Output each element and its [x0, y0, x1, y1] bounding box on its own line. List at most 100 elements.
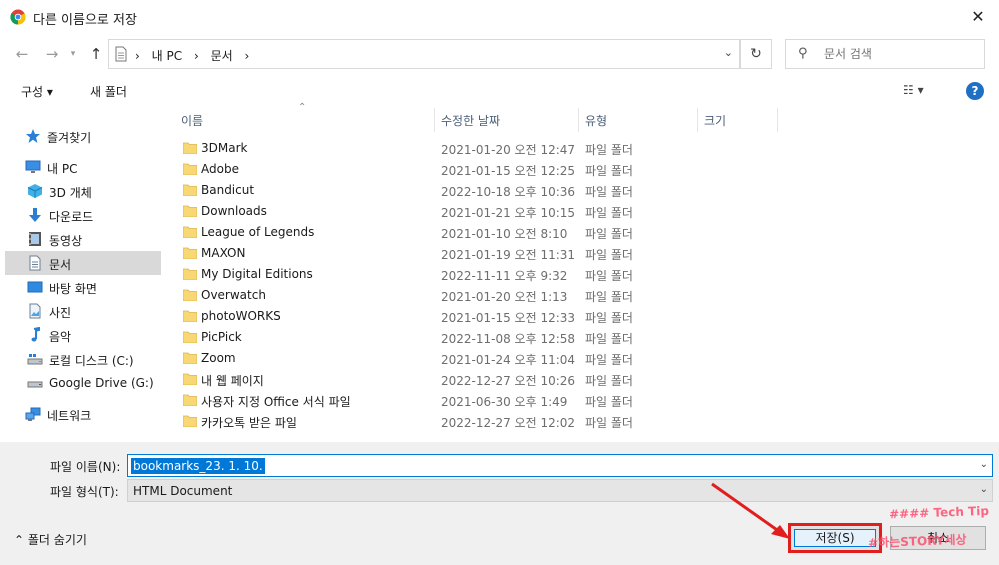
chevron-down-icon[interactable]: ⌄: [724, 46, 733, 59]
document-icon: [115, 46, 127, 62]
breadcrumb: › 내 PC › 문서 ›: [135, 47, 257, 64]
table-row[interactable]: League of Legends 2021-01-10 오전 8:10 파일 폴더: [161, 222, 781, 243]
file-name: Downloads: [201, 204, 267, 218]
file-type: 파일 폴더: [585, 269, 633, 283]
column-header-type[interactable]: 유형: [585, 108, 607, 132]
up-arrow-icon[interactable]: ↑: [86, 44, 106, 64]
back-arrow-icon[interactable]: ←: [12, 44, 32, 64]
table-row[interactable]: 내 웹 페이지 2022-12-27 오전 10:26 파일 폴더: [161, 369, 781, 390]
table-row[interactable]: Overwatch 2021-01-20 오전 1:13 파일 폴더: [161, 285, 781, 306]
column-header-date[interactable]: 수정한 날짜: [441, 108, 500, 132]
file-type: 파일 폴더: [585, 248, 633, 262]
breadcrumb-item-documents[interactable]: 문서: [211, 49, 233, 63]
file-name: 3DMark: [201, 141, 248, 155]
file-date: 2022-12-27 오전 10:26: [441, 374, 576, 388]
watermark-line-2: #하는STORY세상: [867, 532, 967, 551]
table-row[interactable]: Downloads 2021-01-21 오후 10:15 파일 폴더: [161, 201, 781, 222]
column-divider[interactable]: [578, 108, 579, 132]
table-row[interactable]: photoWORKS 2021-01-15 오전 12:33 파일 폴더: [161, 306, 781, 327]
file-name: 내 웹 페이지: [201, 374, 264, 388]
table-row[interactable]: 3DMark 2021-01-20 오전 12:47 파일 폴더: [161, 138, 781, 159]
column-header-size[interactable]: 크기: [704, 108, 726, 132]
filename-value[interactable]: bookmarks_23. 1. 10.: [131, 458, 265, 474]
table-row[interactable]: MAXON 2021-01-19 오전 11:31 파일 폴더: [161, 243, 781, 264]
filename-field[interactable]: bookmarks_23. 1. 10. ⌄: [127, 454, 993, 477]
file-type: 파일 폴더: [585, 143, 633, 157]
sidebar-item-music[interactable]: 음악: [5, 323, 161, 347]
file-date: 2022-11-11 오후 9:32: [441, 269, 568, 283]
sidebar-item-network[interactable]: 네트워크: [5, 402, 161, 426]
file-name: Adobe: [201, 162, 239, 176]
file-type: 파일 폴더: [585, 416, 633, 430]
refresh-icon[interactable]: ↻: [740, 39, 772, 69]
breadcrumb-item-this-pc[interactable]: 내 PC: [152, 49, 182, 63]
column-divider[interactable]: [697, 108, 698, 132]
sidebar-item-documents[interactable]: 문서: [5, 251, 161, 275]
sidebar-item-this-pc[interactable]: 내 PC: [5, 155, 161, 179]
folder-icon: [183, 415, 197, 427]
search-box[interactable]: ⚲: [785, 39, 985, 69]
sidebar-item-google-drive[interactable]: Google Drive (G:): [5, 371, 161, 395]
sort-up-icon: ⌃: [298, 102, 307, 113]
filename-label: 파일 이름(N):: [50, 460, 121, 474]
file-list: ⌃ 이름 수정한 날짜 유형 크기 3DMark 2021-01-20 오전 12…: [161, 102, 994, 442]
table-row[interactable]: 사용자 지정 Office 서식 파일 2021-06-30 오후 1:49 파일 …: [161, 390, 781, 411]
folder-icon: [183, 394, 197, 406]
navigation-pane: 즐겨찾기 내 PC 3D 개체 다운로드 동영상 문서 바탕 화면 사진 음악 …: [5, 108, 161, 442]
sidebar-item-3d-objects[interactable]: 3D 개체: [5, 179, 161, 203]
new-folder-button[interactable]: 새 폴더: [90, 83, 127, 100]
column-header-name[interactable]: 이름: [181, 108, 203, 132]
search-input[interactable]: [824, 45, 974, 63]
table-row[interactable]: Bandicut 2022-10-18 오후 10:36 파일 폴더: [161, 180, 781, 201]
folder-icon: [183, 184, 197, 196]
address-bar[interactable]: › 내 PC › 문서 › ⌄: [108, 39, 740, 69]
view-options-icon[interactable]: ☷ ▾: [903, 83, 924, 97]
annotation-arrow-icon: [711, 482, 790, 539]
sidebar-item-label: Google Drive (G:): [49, 376, 154, 390]
close-icon[interactable]: ✕: [967, 6, 989, 28]
hide-folders-label: 폴더 숨기기: [27, 533, 87, 547]
folder-icon: [183, 268, 197, 280]
table-row[interactable]: Zoom 2021-01-24 오후 11:04 파일 폴더: [161, 348, 781, 369]
sidebar-item-downloads[interactable]: 다운로드: [5, 203, 161, 227]
column-divider[interactable]: [777, 108, 778, 132]
network-icon: [25, 407, 41, 421]
file-type: 파일 폴더: [585, 227, 633, 241]
sidebar-item-favorites[interactable]: 즐겨찾기: [5, 124, 161, 148]
sidebar-item-pictures[interactable]: 사진: [5, 299, 161, 323]
folder-icon: [183, 331, 197, 343]
filetype-value: HTML Document: [133, 484, 233, 498]
breadcrumb-separator[interactable]: ›: [245, 49, 250, 63]
file-name: PicPick: [201, 330, 242, 344]
save-options-panel: 파일 이름(N): bookmarks_23. 1. 10. ⌄ 파일 형식(T…: [0, 442, 999, 565]
organize-button[interactable]: 구성 ▾: [21, 83, 53, 100]
recent-dropdown-icon[interactable]: ▾: [63, 44, 83, 64]
help-icon[interactable]: ?: [966, 82, 984, 100]
download-icon: [29, 208, 41, 222]
chevron-down-icon[interactable]: ⌄: [980, 459, 988, 470]
window-title: 다른 이름으로 저장: [33, 13, 137, 28]
sidebar-item-local-disk[interactable]: 로컬 디스크 (C:): [5, 347, 161, 371]
sidebar-item-label: 3D 개체: [49, 186, 92, 200]
table-row[interactable]: PicPick 2022-11-08 오후 12:58 파일 폴더: [161, 327, 781, 348]
file-type: 파일 폴더: [585, 353, 633, 367]
folder-icon: [183, 226, 197, 238]
save-button-label[interactable]: 저장(S): [794, 529, 876, 547]
column-divider[interactable]: [434, 108, 435, 132]
computer-icon: [25, 160, 41, 173]
sidebar-item-desktop[interactable]: 바탕 화면: [5, 275, 161, 299]
table-row[interactable]: Adobe 2021-01-15 오전 12:25 파일 폴더: [161, 159, 781, 180]
file-name: 카카오톡 받은 파일: [201, 416, 297, 430]
table-row[interactable]: 카카오톡 받은 파일 2022-12-27 오전 12:02 파일 폴더: [161, 411, 781, 432]
filetype-select[interactable]: HTML Document ⌄: [127, 479, 993, 502]
file-type: 파일 폴더: [585, 164, 633, 178]
folder-icon: [183, 142, 197, 154]
forward-arrow-icon[interactable]: →: [42, 44, 62, 64]
file-type: 파일 폴더: [585, 332, 633, 346]
hide-folders-button[interactable]: ⌃ 폴더 숨기기: [14, 531, 87, 548]
chevron-down-icon[interactable]: ⌄: [980, 484, 988, 495]
address-row: ← → ▾ ↑ › 내 PC › 문서 › ⌄ ↻ ⚲: [0, 36, 999, 72]
sidebar-item-videos[interactable]: 동영상: [5, 227, 161, 251]
sidebar-item-label: 다운로드: [49, 210, 94, 224]
table-row[interactable]: My Digital Editions 2022-11-11 오후 9:32 파일 …: [161, 264, 781, 285]
